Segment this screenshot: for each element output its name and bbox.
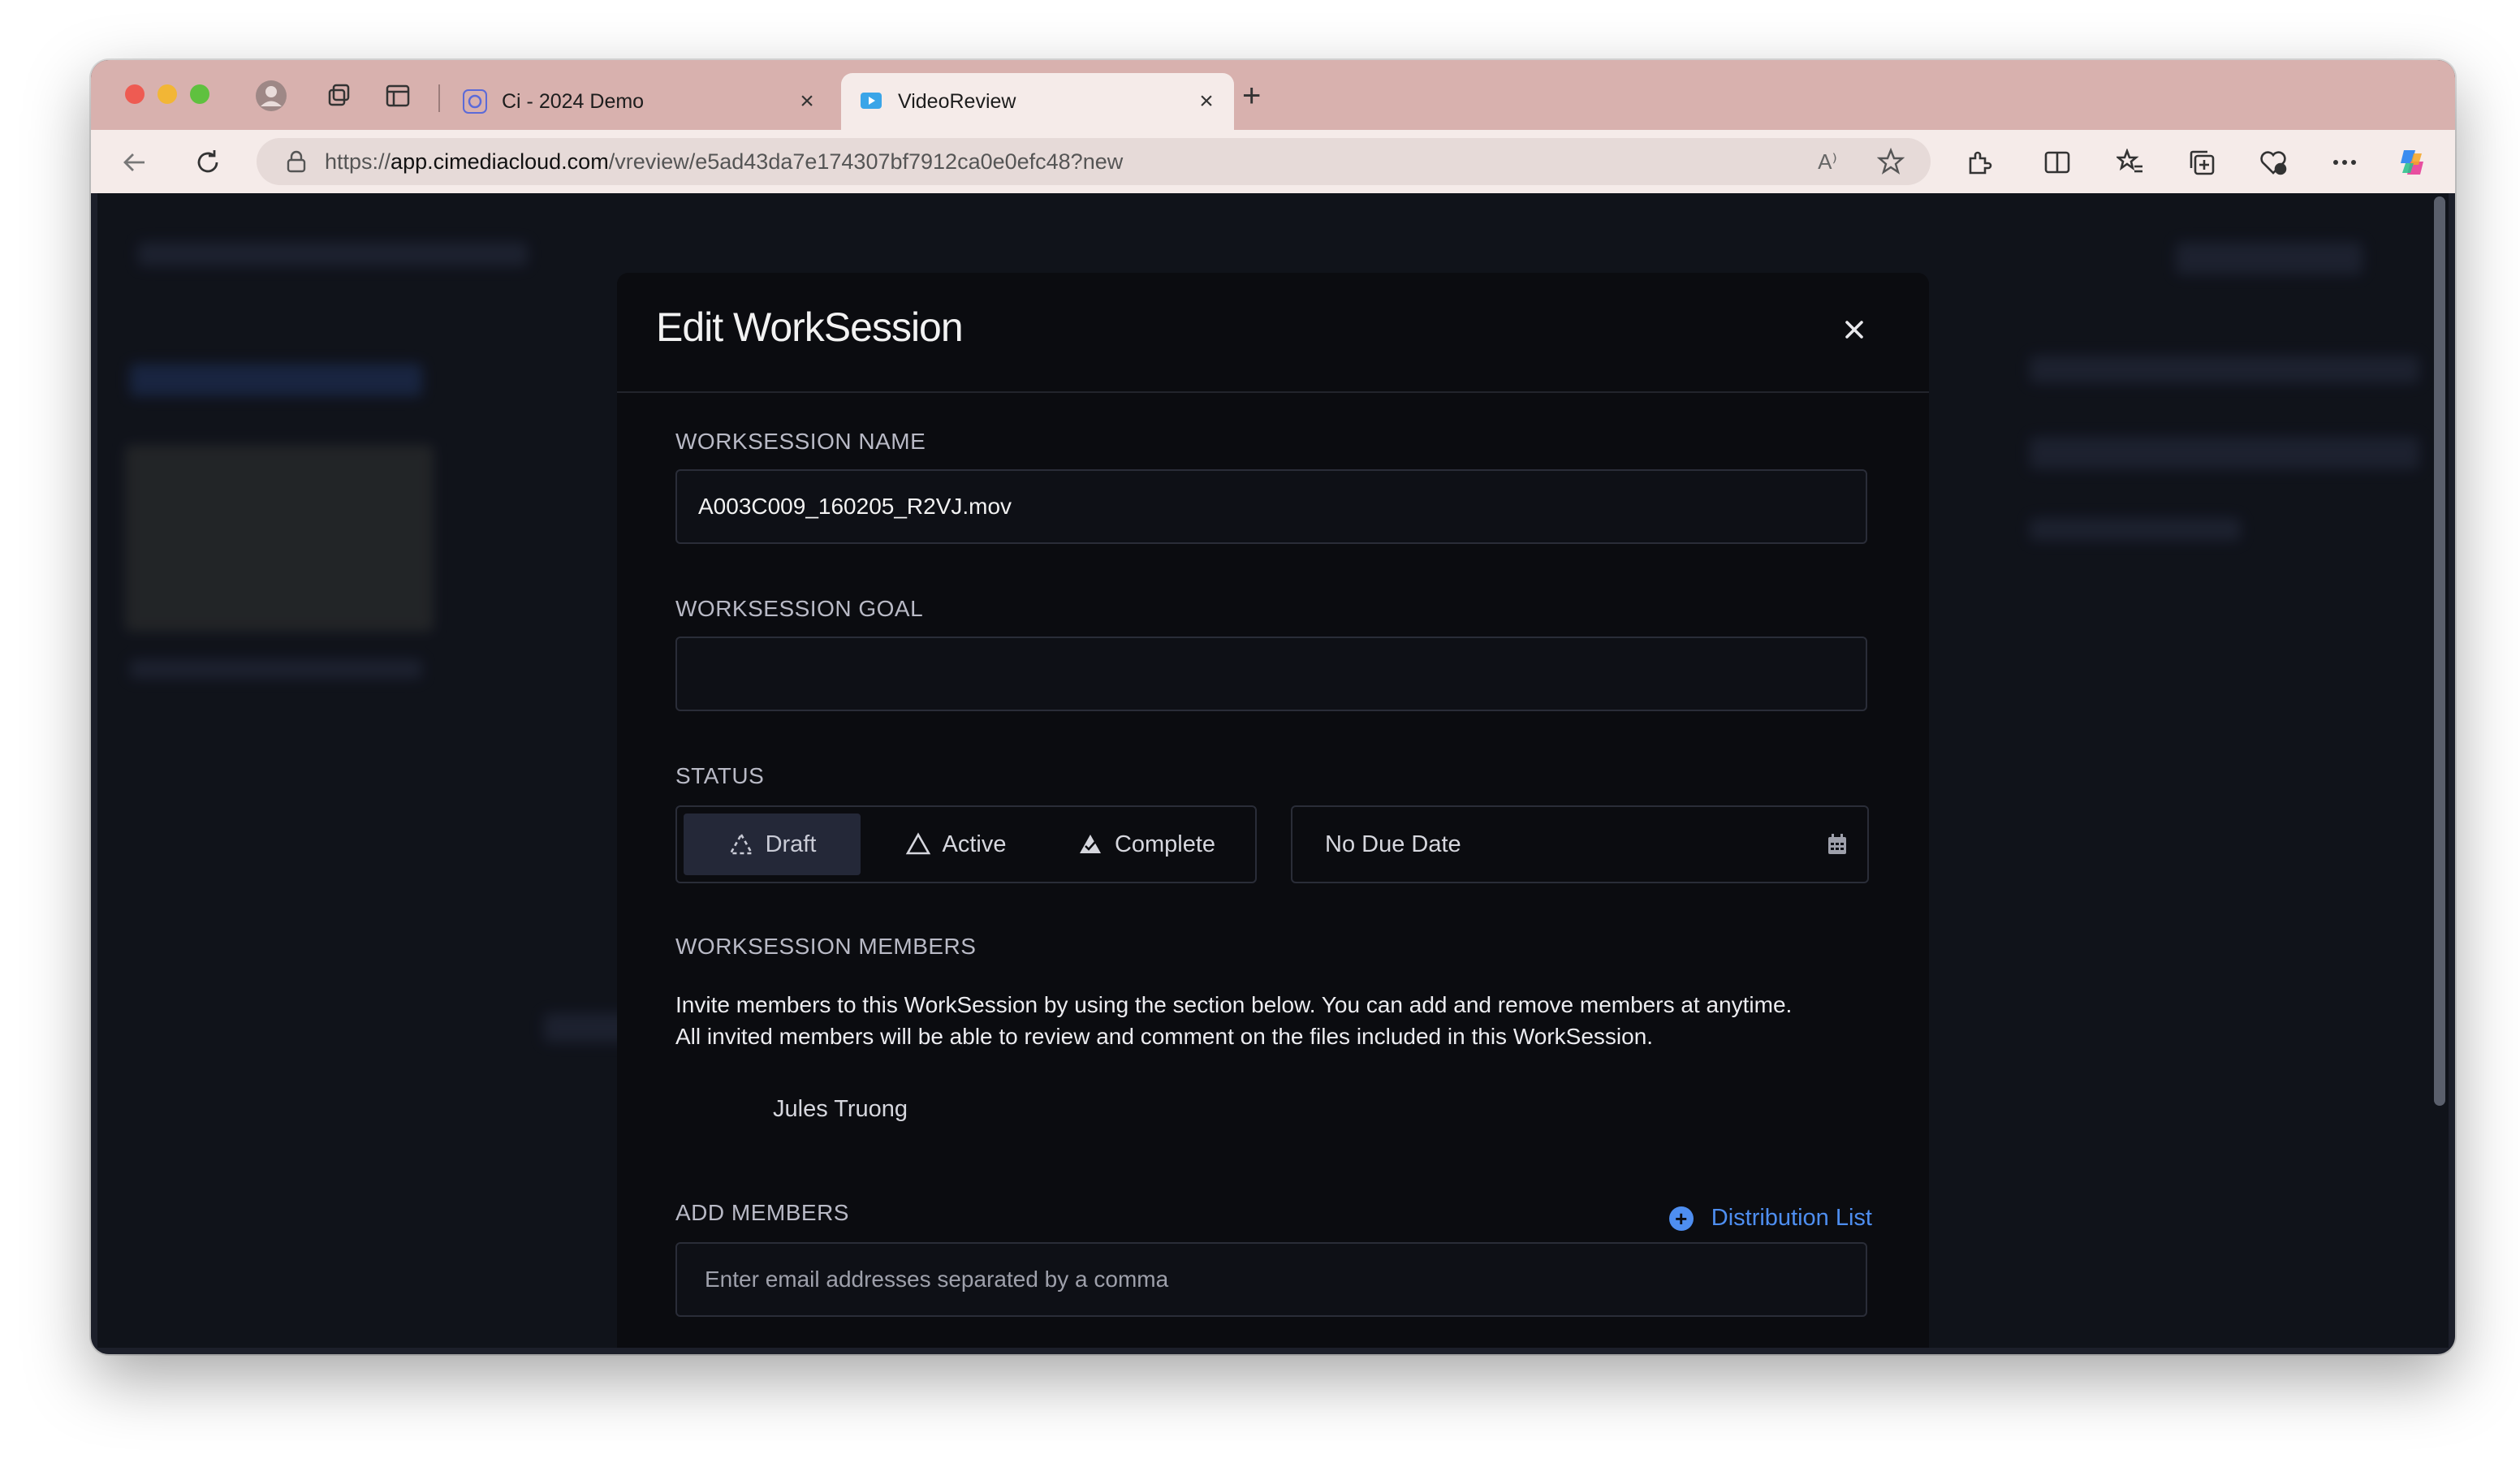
distribution-list-link[interactable]: + Distribution List xyxy=(1668,1205,1872,1232)
more-menu-icon[interactable] xyxy=(2327,145,2362,180)
tab-videoreview[interactable]: VideoReview × xyxy=(841,73,1234,130)
members-description-line-1: Invite members to this WorkSession by us… xyxy=(675,992,1793,1017)
due-date-value: No Due Date xyxy=(1325,831,1461,857)
url-text: https://app.cimediacloud.com/vreview/e5a… xyxy=(325,149,1124,174)
back-arrow-icon[interactable] xyxy=(117,145,153,180)
add-members-input[interactable]: Enter email addresses separated by a com… xyxy=(675,1242,1867,1317)
tab-close-icon[interactable]: × xyxy=(1190,88,1223,115)
tab-close-icon[interactable]: × xyxy=(791,88,823,115)
maximize-window-button[interactable] xyxy=(190,84,209,104)
status-draft-button[interactable]: Draft xyxy=(684,813,861,875)
status-draft-label: Draft xyxy=(765,831,817,857)
worksession-name-input[interactable]: A003C009_160205_R2VJ.mov xyxy=(675,469,1867,544)
tab-divider xyxy=(438,84,440,112)
vertical-tabs-icon[interactable] xyxy=(382,80,414,112)
address-bar[interactable]: https://app.cimediacloud.com/vreview/e5a… xyxy=(257,138,1931,185)
status-active-label: Active xyxy=(942,831,1007,857)
status-segmented-control: Draft Active Complete xyxy=(675,805,1257,883)
worksession-goal-label: WORKSESSION GOAL xyxy=(675,596,924,621)
lock-icon[interactable] xyxy=(284,149,309,174)
tab-title: VideoReview xyxy=(898,89,1016,113)
distribution-list-label: Distribution List xyxy=(1711,1205,1872,1231)
new-tab-button[interactable]: + xyxy=(1242,80,1261,112)
browser-essentials-icon[interactable] xyxy=(2255,145,2291,180)
videoreview-favicon-icon xyxy=(859,89,883,114)
status-complete-label: Complete xyxy=(1114,831,1216,857)
workspaces-icon[interactable] xyxy=(323,80,356,112)
page-scrollbar[interactable] xyxy=(2434,196,2445,1106)
worksession-members-label: WORKSESSION MEMBERS xyxy=(675,934,977,959)
split-screen-icon[interactable] xyxy=(2039,145,2075,180)
complete-icon xyxy=(1079,835,1101,853)
extensions-icon[interactable] xyxy=(1961,145,1997,180)
edit-worksession-modal: Edit WorkSession WORKSESSION NAME A003C0… xyxy=(617,273,1929,1348)
active-icon xyxy=(905,832,930,855)
modal-title: Edit WorkSession xyxy=(656,304,964,350)
add-members-placeholder: Enter email addresses separated by a com… xyxy=(705,1267,1169,1292)
calendar-icon[interactable] xyxy=(1825,832,1849,857)
favorite-star-icon[interactable] xyxy=(1874,145,1908,179)
draft-icon xyxy=(728,832,753,855)
address-toolbar: https://app.cimediacloud.com/vreview/e5a… xyxy=(91,130,2455,193)
add-members-label: ADD MEMBERS xyxy=(675,1200,849,1225)
worksession-name-label: WORKSESSION NAME xyxy=(675,429,926,454)
modal-header: Edit WorkSession xyxy=(617,273,1929,393)
close-icon[interactable] xyxy=(1838,313,1871,346)
due-date-picker[interactable]: No Due Date xyxy=(1291,805,1869,883)
status-active-button[interactable]: Active xyxy=(861,813,1051,875)
status-label: STATUS xyxy=(675,763,765,788)
reload-icon[interactable] xyxy=(190,145,226,180)
copilot-icon[interactable] xyxy=(2395,145,2431,180)
close-window-button[interactable] xyxy=(125,84,145,104)
collections-icon[interactable] xyxy=(2184,145,2220,180)
minimize-window-button[interactable] xyxy=(158,84,177,104)
worksession-name-value: A003C009_160205_R2VJ.mov xyxy=(698,494,1012,519)
members-description: Invite members to this WorkSession by us… xyxy=(675,989,1877,1052)
tab-bar: Ci - 2024 Demo × VideoReview × + xyxy=(91,60,2455,130)
tab-ci-demo[interactable]: Ci - 2024 Demo × xyxy=(445,73,835,130)
tab-title: Ci - 2024 Demo xyxy=(502,89,645,113)
worksession-goal-input[interactable] xyxy=(675,637,1867,711)
member-name: Jules Truong xyxy=(773,1096,908,1122)
members-description-line-2: All invited members will be able to revi… xyxy=(675,1024,1654,1049)
status-complete-button[interactable]: Complete xyxy=(1051,813,1242,875)
browser-window: Ci - 2024 Demo × VideoReview × + https:/… xyxy=(91,60,2455,1354)
page-content: Edit WorkSession WORKSESSION NAME A003C0… xyxy=(97,193,2449,1348)
plus-circle-icon: + xyxy=(1668,1206,1694,1231)
profile-icon[interactable] xyxy=(255,80,287,112)
favorites-icon[interactable] xyxy=(2112,145,2148,180)
ci-favicon-icon xyxy=(463,89,487,114)
read-aloud-icon[interactable]: A⁾ xyxy=(1810,145,1845,179)
